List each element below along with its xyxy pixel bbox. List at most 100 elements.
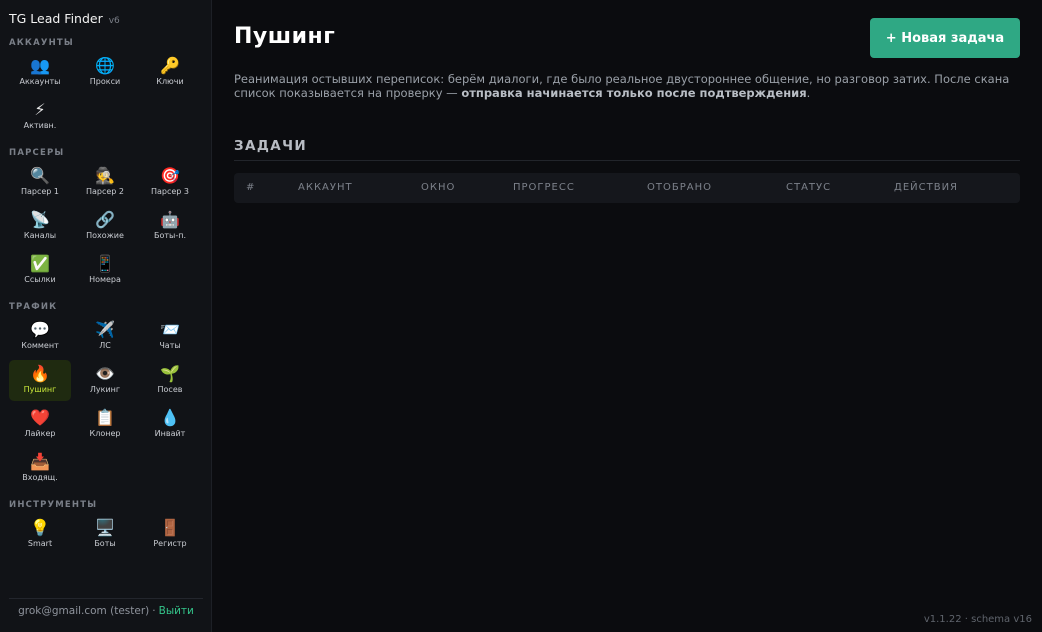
sidebar-item-label: Лайкер — [24, 429, 56, 438]
sidebar-item-door[interactable]: 🚪 Регистр — [139, 514, 201, 555]
sidebar-item-robot[interactable]: 🤖 Боты-п. — [139, 206, 201, 247]
app-version-tag: v6 — [108, 16, 120, 26]
sidebar-item-label: Боты-п. — [153, 231, 187, 240]
detective-icon: 🕵️ — [95, 166, 115, 185]
sidebar-item-seedling[interactable]: 🌱 Посев — [139, 360, 201, 401]
sidebar-item-phone[interactable]: 📱 Номера — [74, 250, 136, 291]
page-description: Реанимация остывших переписок: берём диа… — [234, 72, 1020, 100]
column-header-account: АККАУНТ — [298, 182, 353, 193]
description-emphasis: отправка начинается только после подтвер… — [461, 86, 807, 100]
description-end: . — [806, 86, 811, 100]
phone-icon: 📱 — [95, 254, 115, 273]
eye-icon: 👁️ — [95, 364, 115, 383]
sidebar-item-label: Коммент — [21, 341, 59, 350]
logout-link[interactable]: Выйти — [159, 605, 194, 617]
target-icon: 🎯 — [160, 166, 180, 185]
sidebar-item-label: Каналы — [23, 231, 57, 240]
speech-bubble-icon: 💬 — [30, 320, 50, 339]
sidebar-item-label: Боты — [94, 539, 116, 548]
sidebar: TG Lead Finder v6 АККАУНТЫ 👥 Аккаунты 🌐 Прок… — [0, 0, 212, 632]
app-root: TG Lead Finder v6 АККАУНТЫ 👥 Аккаунты 🌐 Прок… — [0, 0, 1042, 632]
column-header-progress: ПРОГРЕСС — [513, 182, 575, 193]
inbox-tray-icon: 📥 — [30, 452, 50, 471]
droplet-icon: 💧 — [160, 408, 180, 427]
tasks-section-title: ЗАДАЧИ — [234, 138, 308, 154]
sidebar-item-check[interactable]: ✅ Ссылки — [9, 250, 71, 291]
users-icon: 👥 — [30, 56, 50, 75]
lightbulb-icon: 💡 — [30, 518, 50, 537]
fire-icon: 🔥 — [30, 364, 50, 383]
sidebar-item-label: Парсер 3 — [150, 187, 190, 196]
sidebar-item-label: Посев — [157, 385, 183, 394]
desktop-icon: 🖥️ — [95, 518, 115, 537]
sidebar-item-inbox-tray[interactable]: 📥 Входящ. — [9, 448, 71, 489]
key-icon: 🔑 — [160, 56, 180, 75]
sidebar-item-label: Ключи — [156, 77, 184, 86]
sidebar-item-users[interactable]: 👥 Аккаунты — [9, 52, 71, 93]
sidebar-item-label: Парсер 1 — [20, 187, 60, 196]
envelope-icon: 📨 — [160, 320, 180, 339]
sidebar-item-label: Регистр — [153, 539, 187, 548]
tasks-divider — [234, 160, 1020, 161]
app-brand: TG Lead Finder v6 — [9, 11, 120, 26]
sidebar-item-target[interactable]: 🎯 Парсер 3 — [139, 162, 201, 203]
sidebar-item-link[interactable]: 🔗 Похожие — [74, 206, 136, 247]
sidebar-item-fire[interactable]: 🔥 Пушинг — [9, 360, 71, 401]
sidebar-item-key[interactable]: 🔑 Ключи — [139, 52, 201, 93]
sidebar-item-label: Прокси — [89, 77, 121, 86]
airplane-icon: ✈️ — [95, 320, 115, 339]
sidebar-item-satellite[interactable]: 📡 Каналы — [9, 206, 71, 247]
sidebar-section-title: АККАУНТЫ — [9, 38, 74, 48]
sidebar-item-magnifier[interactable]: 🔍 Парсер 1 — [9, 162, 71, 203]
sidebar-item-label: Номера — [89, 275, 121, 284]
clipboard-icon: 📋 — [95, 408, 115, 427]
sidebar-item-airplane[interactable]: ✈️ ЛС — [74, 316, 136, 357]
app-name: TG Lead Finder — [9, 11, 103, 26]
check-icon: ✅ — [30, 254, 50, 273]
sidebar-item-eye[interactable]: 👁️ Лукинг — [74, 360, 136, 401]
sidebar-footer: grok@gmail.com (tester) · Выйти — [9, 598, 203, 617]
sidebar-item-label: Парсер 2 — [85, 187, 125, 196]
sidebar-item-label: Ссылки — [24, 275, 56, 284]
column-header-number: # — [246, 182, 256, 193]
new-task-button[interactable]: + Новая задача — [870, 18, 1020, 58]
heart-icon: ❤️ — [30, 408, 50, 427]
sidebar-item-label: Инвайт — [154, 429, 186, 438]
sidebar-item-detective[interactable]: 🕵️ Парсер 2 — [74, 162, 136, 203]
sidebar-item-envelope[interactable]: 📨 Чаты — [139, 316, 201, 357]
sidebar-item-label: Аккаунты — [19, 77, 61, 86]
column-header-actions: ДЕЙСТВИЯ — [894, 182, 958, 193]
magnifier-icon: 🔍 — [30, 166, 50, 185]
column-header-status: СТАТУС — [786, 182, 832, 193]
sidebar-item-globe[interactable]: 🌐 Прокси — [74, 52, 136, 93]
footer-separator: · — [152, 605, 156, 617]
satellite-icon: 📡 — [30, 210, 50, 229]
sidebar-item-clipboard[interactable]: 📋 Клонер — [74, 404, 136, 445]
sidebar-item-label: ЛС — [99, 341, 111, 350]
sidebar-section-title: ТРАФИК — [9, 302, 58, 312]
door-icon: 🚪 — [160, 518, 180, 537]
sidebar-item-heart[interactable]: ❤️ Лайкер — [9, 404, 71, 445]
sidebar-item-label: Входящ. — [22, 473, 58, 482]
column-header-window: ОКНО — [421, 182, 456, 193]
globe-icon: 🌐 — [95, 56, 115, 75]
seedling-icon: 🌱 — [160, 364, 180, 383]
robot-icon: 🤖 — [160, 210, 180, 229]
sidebar-item-lightning[interactable]: ⚡ Активн. — [9, 96, 71, 137]
sidebar-section-title: ПАРСЕРЫ — [9, 148, 65, 158]
column-header-selected: ОТОБРАНО — [647, 182, 712, 193]
user-email: grok@gmail.com (tester) — [18, 605, 150, 617]
sidebar-item-droplet[interactable]: 💧 Инвайт — [139, 404, 201, 445]
sidebar-item-label: Похожие — [86, 231, 124, 240]
lightning-icon: ⚡ — [34, 100, 46, 119]
sidebar-item-lightbulb[interactable]: 💡 Smart — [9, 514, 71, 555]
link-icon: 🔗 — [95, 210, 115, 229]
tasks-table-header: # АККАУНТ ОКНО ПРОГРЕСС ОТОБРАНО СТАТУС … — [234, 173, 1020, 203]
sidebar-item-label: Активн. — [23, 121, 57, 130]
sidebar-item-speech-bubble[interactable]: 💬 Коммент — [9, 316, 71, 357]
sidebar-item-label: Лукинг — [89, 385, 121, 394]
sidebar-item-label: Пушинг — [23, 385, 57, 394]
version-footer: v1.1.22 · schema v16 — [923, 614, 1032, 625]
sidebar-item-label: Smart — [27, 539, 53, 548]
sidebar-item-desktop[interactable]: 🖥️ Боты — [74, 514, 136, 555]
